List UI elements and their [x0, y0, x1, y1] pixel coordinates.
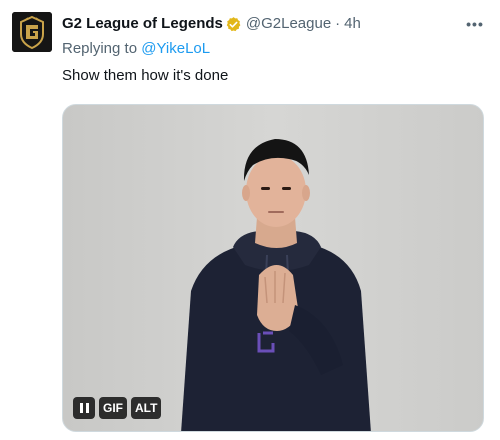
tweet-header: G2 League of Legends @G2League · 4h — [62, 14, 361, 34]
gif-frame-image — [63, 105, 483, 431]
tweet-text: Show them how it's done — [62, 67, 229, 84]
verified-badge-icon[interactable] — [225, 16, 242, 33]
replying-to: Replying to @YikeLoL — [62, 39, 210, 59]
timestamp[interactable]: 4h — [344, 14, 361, 34]
mention-link[interactable]: @YikeLoL — [141, 40, 210, 57]
replying-prefix: Replying to — [62, 40, 138, 57]
alt-badge[interactable]: ALT — [131, 397, 162, 419]
tweet[interactable]: G2 League of Legends @G2League · 4h ••• … — [0, 0, 500, 440]
gif-media[interactable]: GIF ALT — [62, 104, 484, 432]
gif-badge: GIF — [99, 397, 127, 419]
pause-icon[interactable] — [73, 397, 95, 419]
media-controls: GIF ALT — [73, 397, 162, 419]
display-name[interactable]: G2 League of Legends — [62, 14, 223, 34]
avatar[interactable] — [12, 12, 52, 52]
more-icon[interactable]: ••• — [464, 14, 486, 34]
separator: · — [335, 15, 341, 32]
handle[interactable]: @G2League — [246, 14, 331, 34]
g2-logo-icon — [12, 12, 52, 52]
